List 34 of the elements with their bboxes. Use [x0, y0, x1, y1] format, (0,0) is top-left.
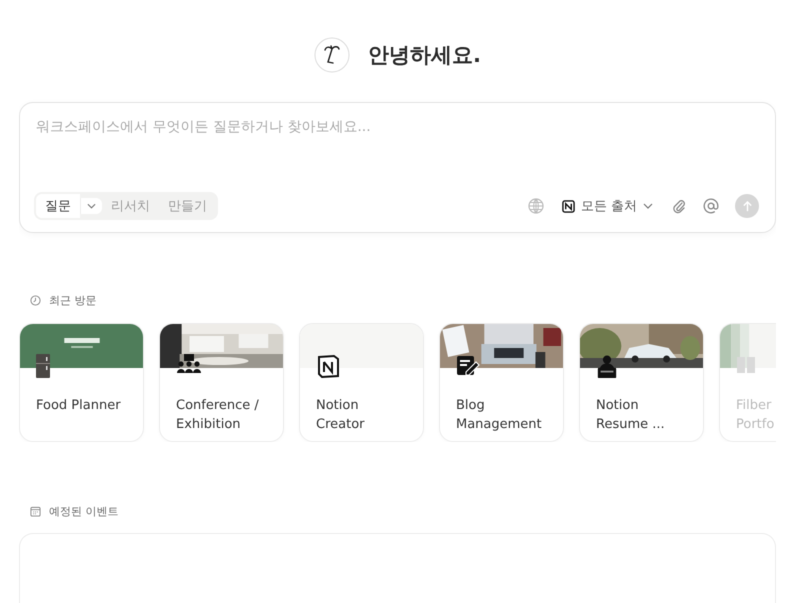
section-title: 예정된 이벤트: [49, 504, 118, 519]
chevron-down-icon: [87, 203, 96, 209]
card-title: Notion Resume ...: [595, 397, 666, 434]
page-card[interactable]: Blog Management: [439, 323, 564, 442]
card-title: Notion Creator: [315, 397, 366, 434]
calendar-icon: [30, 506, 41, 517]
book-icon: [736, 354, 756, 374]
arrow-up-icon: [742, 200, 752, 212]
mention-icon[interactable]: [703, 198, 719, 214]
chevron-down-icon: [643, 203, 653, 209]
card-title: Conference / Exhibition: [175, 397, 260, 434]
source-dropdown-button[interactable]: 모든 출처: [560, 195, 655, 217]
palm-tree-icon: [314, 37, 350, 73]
card-title: Blog Management: [455, 397, 543, 434]
page-card[interactable]: Conference / Exhibition: [159, 323, 284, 442]
send-button[interactable]: [735, 194, 759, 218]
mode-dropdown-button[interactable]: [80, 198, 102, 214]
person-laptop-icon: [596, 354, 618, 380]
globe-icon[interactable]: [528, 198, 544, 214]
greeting-title: 안녕하세요.: [368, 42, 481, 69]
section-title: 최근 방문: [49, 293, 96, 308]
card-title: Food Planner: [35, 397, 122, 415]
notion-logo-icon: [562, 200, 575, 212]
fridge-icon: [36, 354, 50, 378]
notepad-pen-icon: [456, 354, 480, 376]
page-card[interactable]: Notion Resume ...: [579, 323, 704, 442]
page-card[interactable]: Notion Creator: [299, 323, 424, 442]
paperclip-icon[interactable]: [671, 198, 687, 214]
clock-icon: [30, 295, 41, 306]
notion-logo-icon: [316, 354, 340, 378]
page-card[interactable]: Food Planner: [19, 323, 144, 442]
mode-tab[interactable]: 질문: [36, 194, 80, 218]
card-title: Filber Portfo: [735, 397, 776, 434]
audience-icon: [176, 354, 202, 374]
